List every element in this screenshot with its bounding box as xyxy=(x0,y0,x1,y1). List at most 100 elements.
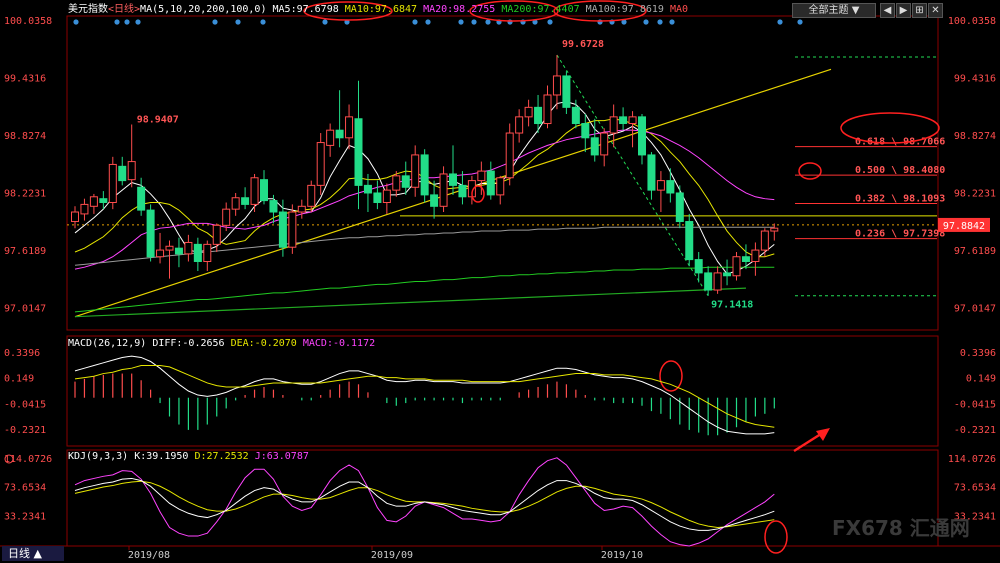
theme-selector-label: 全部主题 xyxy=(808,5,849,16)
candle-body xyxy=(212,224,221,245)
chevron-down-icon: ▼ xyxy=(851,5,860,16)
annotation-circle xyxy=(764,520,788,554)
candle-body xyxy=(108,163,117,203)
price-tick-right: 98.8274 xyxy=(954,131,996,142)
ma0-value: MA0 xyxy=(669,4,689,15)
candle-body xyxy=(505,132,514,179)
kdj-d-value: D:27.2532 xyxy=(194,451,249,462)
candle-body xyxy=(770,227,779,232)
ma100-value: MA100:97.8619 xyxy=(585,4,664,15)
macd-params: MACD(26,12,9) xyxy=(68,338,147,349)
next-icon[interactable]: ▶ xyxy=(896,3,911,18)
main-legend: 美元指数<日线>MA(5,10,20,200,100,0) MA5:97.679… xyxy=(68,4,688,16)
candle-body xyxy=(741,256,750,262)
kdj-k-line xyxy=(74,477,775,531)
candle-body xyxy=(250,177,259,205)
theme-selector[interactable]: 全部主题 ▼ xyxy=(792,3,876,18)
period-label: <日线> xyxy=(108,4,141,15)
candle-body xyxy=(326,129,335,146)
ma5-value: MA5:97.6798 xyxy=(272,4,339,15)
candle-body xyxy=(345,116,354,139)
symbol-name: 美元指数 xyxy=(68,4,108,15)
event-dot xyxy=(322,19,328,25)
prev-icon[interactable]: ◀ xyxy=(880,3,895,18)
candle-body xyxy=(260,179,268,202)
kdj-k-value: K:39.1950 xyxy=(134,451,189,462)
date-tick: 2019/09 xyxy=(371,550,413,561)
macd-tick-left: 0.149 xyxy=(4,374,34,385)
event-dot xyxy=(669,19,675,25)
kdj-d-line xyxy=(74,480,775,529)
low-label: 97.1418 xyxy=(711,300,753,311)
candle-body xyxy=(666,180,675,194)
candle-body xyxy=(543,94,552,125)
current-price-value: 97.8842 xyxy=(943,221,985,232)
candle-body xyxy=(751,249,760,262)
candle-body xyxy=(241,197,250,205)
macd-hist-value: MACD:-0.1172 xyxy=(302,338,376,349)
candle-body xyxy=(231,197,240,210)
event-dot xyxy=(412,19,418,25)
macd-diff-value: DIFF:-0.2656 xyxy=(152,338,225,349)
annotation-circle xyxy=(659,360,683,392)
candle-body xyxy=(193,243,202,262)
high-label: 99.6728 xyxy=(562,39,604,50)
macd-legend: MACD(26,12,9) DIFF:-0.2656 DEA:-0.2070 M… xyxy=(68,338,375,350)
event-dot xyxy=(643,19,649,25)
macd-tick-left: -0.2321 xyxy=(4,425,46,436)
event-dot xyxy=(458,19,464,25)
candle-body xyxy=(477,170,486,182)
candle-body xyxy=(118,165,127,182)
candle-body xyxy=(562,75,571,108)
candle-body xyxy=(628,116,637,125)
price-tick-right: 99.4316 xyxy=(954,74,996,85)
event-dot xyxy=(485,19,491,25)
close-icon[interactable]: ✕ xyxy=(928,3,943,18)
macd-tick-left: -0.0415 xyxy=(4,399,46,410)
early-high-label: 98.9407 xyxy=(137,114,179,125)
candle-body xyxy=(297,205,306,213)
trend-line xyxy=(74,287,746,318)
layout-icon[interactable]: ⊞ xyxy=(912,3,927,18)
candle-body xyxy=(392,175,401,191)
price-tick-left: 100.0358 xyxy=(4,16,52,27)
candle-body xyxy=(411,154,420,188)
event-dot xyxy=(235,19,241,25)
candle-body xyxy=(656,180,665,191)
candle-body xyxy=(609,116,618,134)
event-dot xyxy=(135,19,141,25)
candle-body xyxy=(89,196,98,207)
candle-body xyxy=(203,243,212,262)
macd-tick-right: 0.3396 xyxy=(960,348,996,359)
candle-body xyxy=(571,106,580,125)
ma-line-ma200 xyxy=(74,266,775,313)
price-tick-left: 97.6189 xyxy=(4,246,46,257)
kdj-tick-right: 114.0726 xyxy=(948,454,996,465)
kdj-j-value: J:63.0787 xyxy=(254,451,309,462)
event-dot xyxy=(657,19,663,25)
macd-dea-line xyxy=(74,365,775,428)
price-tick-left: 97.0147 xyxy=(4,304,46,315)
candle-body xyxy=(184,241,193,255)
macd-tick-left: 0.3396 xyxy=(4,348,40,359)
candle-body xyxy=(694,259,703,274)
candle-body xyxy=(534,106,543,125)
ma-line-ma100 xyxy=(74,226,775,266)
candle-body xyxy=(80,203,89,215)
date-tick: 2019/10 xyxy=(601,550,643,561)
price-tick-left: 98.2231 xyxy=(4,189,46,200)
candle-body xyxy=(174,247,183,255)
candle-body xyxy=(704,272,713,291)
watermark: FX678 汇通网 xyxy=(832,516,970,540)
fib-level-label: 0.382 \ 98.1093 xyxy=(855,194,945,205)
candle-body xyxy=(401,175,410,188)
timeframe-tab[interactable]: 日线 ▲ xyxy=(2,546,64,561)
event-dot xyxy=(597,19,603,25)
macd-tick-right: -0.2321 xyxy=(954,425,996,436)
macd-diff-line xyxy=(74,355,775,435)
event-dot xyxy=(777,19,783,25)
candle-body xyxy=(316,142,325,186)
main-panel-frame xyxy=(66,15,939,331)
candle-body xyxy=(382,189,391,203)
candle-body xyxy=(269,200,278,213)
